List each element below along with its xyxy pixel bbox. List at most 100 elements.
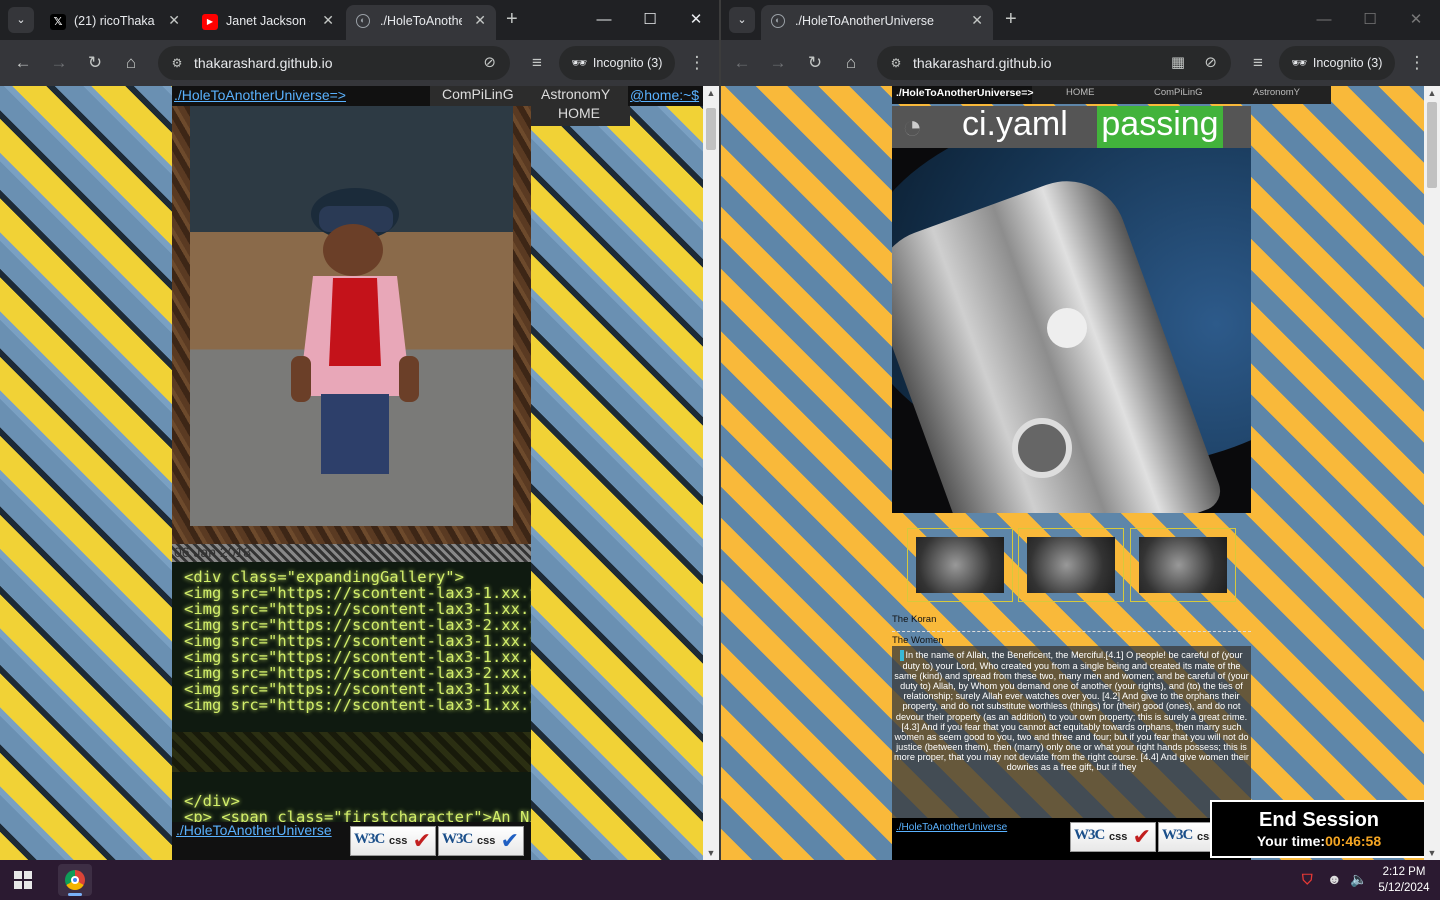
eye-off-icon[interactable]: ⊘ bbox=[1204, 53, 1217, 71]
section-heading: The Women bbox=[892, 635, 944, 646]
qr-code-icon[interactable]: ▦ bbox=[1171, 53, 1185, 71]
close-window-button[interactable]: ✕ bbox=[673, 6, 719, 34]
w3c-css-badge[interactable]: W3C css ✔ bbox=[350, 826, 436, 856]
close-icon[interactable]: ✕ bbox=[971, 12, 983, 29]
eye-off-icon[interactable]: ⊘ bbox=[483, 53, 496, 71]
site-info-icon[interactable]: ⚙ bbox=[887, 54, 905, 72]
nav-compiling[interactable]: ComPiLinG bbox=[1154, 86, 1203, 100]
tab-strip: ⌄ ◐ ./HoleToAnotherUniverse ✕ + — ☐ ✕ bbox=[721, 0, 1440, 40]
tab-x[interactable]: 𝕏 (21) ricoThaka o ✕ bbox=[40, 5, 190, 40]
tab-search-button[interactable]: ⌄ bbox=[8, 7, 34, 33]
incognito-icon: 🕶 bbox=[1291, 56, 1307, 70]
minimize-button[interactable]: — bbox=[581, 6, 627, 34]
w3c-css-badge-blue[interactable]: W3C css ✔ bbox=[438, 826, 524, 856]
page-viewport: ./HoleToAnotherUniverse=> ComPiLinG Astr… bbox=[0, 86, 719, 860]
forward-icon[interactable]: → bbox=[48, 52, 70, 74]
home-path-link[interactable]: @home:~$ bbox=[628, 86, 704, 106]
checkmark-icon: ✔ bbox=[1132, 824, 1151, 849]
scroll-down-icon[interactable]: ▼ bbox=[1424, 846, 1440, 860]
close-window-button[interactable]: ✕ bbox=[1393, 6, 1439, 34]
nav-compiling[interactable]: ComPiLinG bbox=[442, 86, 514, 102]
tray-app-icon[interactable]: ☻ bbox=[1327, 871, 1342, 887]
home-link[interactable]: ./HoleToAnotherUniverse=> bbox=[892, 86, 1034, 104]
close-icon[interactable]: ✕ bbox=[322, 12, 334, 29]
github-logo-icon: ◔ bbox=[902, 108, 923, 146]
reload-icon[interactable]: ↻ bbox=[84, 52, 106, 74]
reading-list-icon[interactable]: ≡ bbox=[526, 52, 548, 74]
gallery-thumbnail[interactable] bbox=[1130, 528, 1236, 602]
chrome-taskbar-button[interactable] bbox=[58, 864, 92, 896]
nav-astronomy[interactable]: AstronomY bbox=[1253, 86, 1300, 100]
menu-icon[interactable]: ⋮ bbox=[1406, 52, 1428, 74]
koran-text-block: In the name of Allah, the Beneficent, th… bbox=[892, 646, 1251, 822]
home-icon[interactable]: ⌂ bbox=[120, 52, 142, 74]
home-icon[interactable]: ⌂ bbox=[840, 52, 862, 74]
incognito-indicator[interactable]: 🕶 Incognito (3) bbox=[1279, 46, 1395, 80]
tab-active[interactable]: ◐ ./HoleToAnotherUniverse ✕ bbox=[761, 5, 993, 40]
nav-home[interactable]: HOME bbox=[558, 105, 600, 121]
ci-status-badge[interactable]: ◔ ci.yaml passing bbox=[892, 105, 1251, 148]
scroll-thumb[interactable] bbox=[706, 108, 716, 150]
windows-start-icon[interactable] bbox=[14, 871, 32, 889]
code-line: <p> <span class="firstcharacter">An Nisa bbox=[184, 808, 531, 822]
tab-search-button[interactable]: ⌄ bbox=[729, 7, 755, 33]
reload-icon[interactable]: ↻ bbox=[804, 52, 826, 74]
new-tab-button[interactable]: + bbox=[1005, 8, 1017, 30]
maximize-button[interactable]: ☐ bbox=[1347, 6, 1393, 34]
nav-astronomy[interactable]: AstronomY bbox=[541, 86, 610, 102]
footer-link[interactable]: ./HoleToAnotherUniverse bbox=[176, 822, 332, 838]
dashed-divider bbox=[892, 631, 1251, 632]
scroll-down-icon[interactable]: ▼ bbox=[703, 846, 719, 860]
mcafee-shield-icon[interactable]: ⛉ bbox=[1302, 871, 1313, 888]
close-icon[interactable]: ✕ bbox=[168, 12, 180, 29]
gallery-thumbnail[interactable] bbox=[1018, 528, 1124, 602]
minimize-button[interactable]: — bbox=[1301, 6, 1347, 34]
end-session-panel[interactable]: End Session Your time:00:46:58 bbox=[1210, 800, 1428, 858]
site-info-icon[interactable]: ⚙ bbox=[168, 54, 186, 72]
close-icon[interactable]: ✕ bbox=[474, 12, 486, 29]
ci-status: passing bbox=[1097, 106, 1223, 148]
menu-icon[interactable]: ⋮ bbox=[686, 52, 708, 74]
back-icon[interactable]: ← bbox=[731, 52, 753, 74]
tab-label: (21) ricoThaka o bbox=[74, 14, 156, 28]
home-link[interactable]: ./HoleToAnotherUniverse=> bbox=[172, 86, 430, 106]
ci-label: ci.yaml bbox=[962, 105, 1068, 143]
system-clock[interactable]: 2:12 PM 5/12/2024 bbox=[1373, 864, 1435, 896]
tab-youtube[interactable]: ▶ Janet Jackson - ✕ bbox=[192, 5, 344, 40]
url-text: thakarashard.github.io bbox=[913, 55, 1052, 71]
tab-strip: ⌄ 𝕏 (21) ricoThaka o ✕ ▶ Janet Jackson -… bbox=[0, 0, 719, 40]
text-caret bbox=[900, 650, 905, 662]
address-bar[interactable]: ⚙ thakarashard.github.io ▦ ⊘ bbox=[877, 46, 1231, 80]
chrome-icon-center bbox=[71, 876, 79, 884]
portrait-image bbox=[1027, 537, 1115, 593]
tab-active[interactable]: ◐ ./HoleToAnothe ✕ bbox=[346, 5, 496, 40]
incognito-indicator[interactable]: 🕶 Incognito (3) bbox=[559, 46, 675, 80]
clock-time: 2:12 PM bbox=[1382, 866, 1426, 878]
page-footer: ./HoleToAnotherUniverse W3C css ✔ W3C cs… bbox=[172, 822, 531, 860]
page-footer: ./HoleToAnotherUniverse W3C css ✔ W3C cs… bbox=[892, 818, 1251, 860]
back-icon[interactable]: ← bbox=[12, 52, 34, 74]
w3c-logo-text: W3C bbox=[354, 831, 385, 847]
globe-icon: ◐ bbox=[356, 14, 370, 28]
scroll-thumb[interactable] bbox=[1427, 102, 1437, 188]
w3c-css-badge[interactable]: W3C css ✔ bbox=[1070, 822, 1156, 852]
incognito-label: Incognito (3) bbox=[592, 56, 663, 70]
scroll-up-icon[interactable]: ▲ bbox=[703, 86, 719, 100]
reading-list-icon[interactable]: ≡ bbox=[1247, 52, 1269, 74]
browser-window-left: ⌄ 𝕏 (21) ricoThaka o ✕ ▶ Janet Jackson -… bbox=[0, 0, 719, 860]
w3c-logo-text: W3C bbox=[442, 831, 473, 847]
scrollbar[interactable]: ▲ ▼ bbox=[703, 86, 719, 860]
scroll-up-icon[interactable]: ▲ bbox=[1424, 86, 1440, 100]
new-tab-button[interactable]: + bbox=[506, 8, 518, 30]
gallery-thumbnail[interactable] bbox=[907, 528, 1013, 602]
maximize-button[interactable]: ☐ bbox=[627, 6, 673, 34]
session-time-label: Your time: bbox=[1256, 833, 1326, 849]
footer-link[interactable]: ./HoleToAnotherUniverse bbox=[896, 822, 1007, 833]
forward-icon[interactable]: → bbox=[767, 52, 789, 74]
volume-icon[interactable]: 🔈 bbox=[1350, 871, 1367, 888]
nav-home[interactable]: HOME bbox=[1066, 86, 1095, 100]
tab-label: ./HoleToAnotherUniverse bbox=[795, 14, 934, 28]
scrollbar[interactable]: ▲ ▼ bbox=[1424, 86, 1440, 860]
css-text: css bbox=[1109, 831, 1128, 843]
address-bar[interactable]: ⚙ thakarashard.github.io ⊘ bbox=[158, 46, 510, 80]
